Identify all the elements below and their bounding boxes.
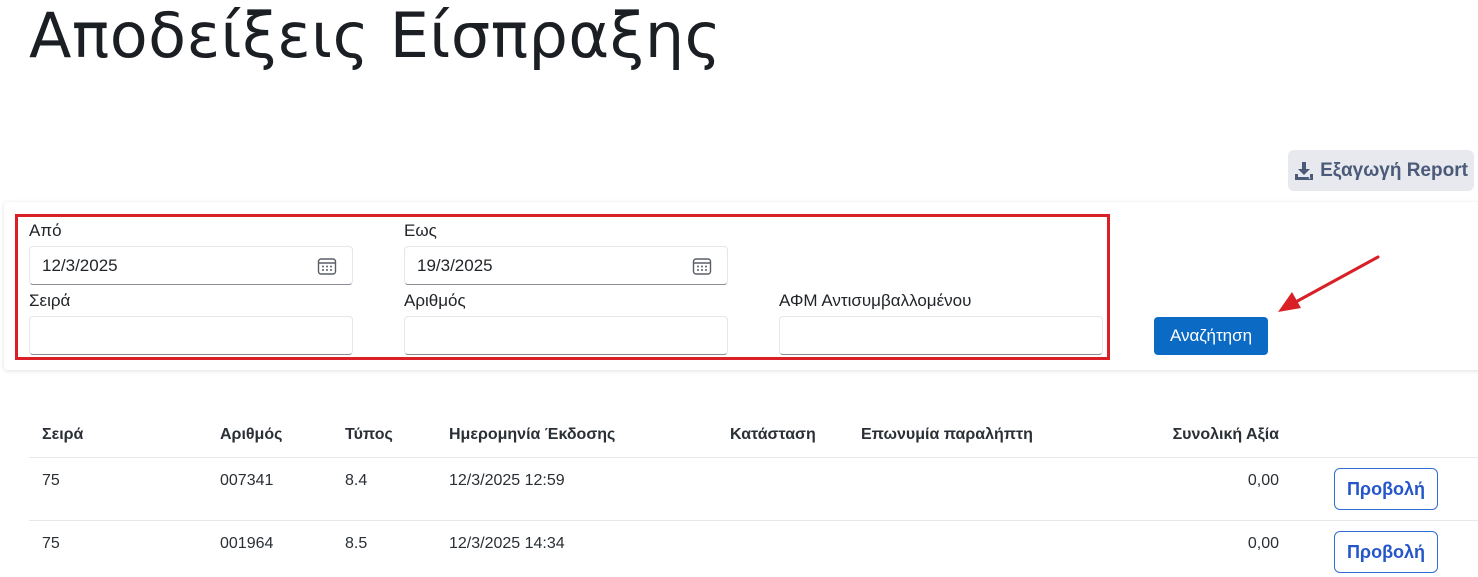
column-header-recipient: Επωνυμία παραλήπτη: [861, 426, 1033, 443]
export-report-button[interactable]: Εξαγωγή Report: [1288, 150, 1474, 191]
series-input[interactable]: [30, 317, 352, 354]
cell-type: 8.5: [345, 535, 368, 552]
red-arrow-icon: [1278, 255, 1380, 312]
column-header-total: Συνολική Αξία: [1172, 426, 1279, 443]
vat-input[interactable]: [780, 317, 1102, 354]
number-input[interactable]: [405, 317, 727, 354]
vat-label: ΑΦΜ Αντισυμβαλλομένου: [779, 291, 972, 310]
series-label: Σειρά: [29, 291, 71, 310]
export-report-label: Εξαγωγή Report: [1320, 159, 1468, 181]
cell-issue-date: 12/3/2025 14:34: [449, 535, 565, 552]
from-label: Από: [29, 221, 62, 240]
from-date-field: [29, 246, 353, 285]
from-date-input[interactable]: [30, 247, 352, 284]
number-field: [404, 316, 728, 355]
cell-total: 0,00: [1247, 472, 1279, 489]
vat-field: [779, 316, 1103, 355]
cell-number: 007341: [220, 472, 274, 489]
search-button[interactable]: Αναζήτηση: [1154, 317, 1268, 355]
column-header-status: Κατάσταση: [730, 426, 816, 443]
view-button[interactable]: Προβολή: [1334, 531, 1438, 573]
page-title: Αποδείξεις Είσπραξης: [29, 0, 722, 72]
column-header-issue-date: Ημερομηνία Έκδοσης: [449, 426, 616, 443]
cell-series: 75: [42, 535, 60, 552]
calendar-icon[interactable]: [692, 256, 712, 276]
series-field: [29, 316, 353, 355]
cell-total: 0,00: [1247, 535, 1279, 552]
column-header-series: Σειρά: [42, 426, 84, 443]
to-label: Εως: [404, 221, 437, 240]
number-label: Αριθμός: [404, 291, 466, 310]
to-date-input[interactable]: [405, 247, 727, 284]
cell-type: 8.4: [345, 472, 368, 489]
calendar-icon[interactable]: [317, 256, 337, 276]
row-divider: [29, 520, 1478, 521]
to-date-field: [404, 246, 728, 285]
download-icon: [1295, 161, 1314, 180]
column-header-type: Τύπος: [345, 426, 393, 443]
column-header-number: Αριθμός: [220, 426, 283, 443]
row-divider: [29, 457, 1478, 458]
view-button[interactable]: Προβολή: [1334, 468, 1438, 510]
receipts-page: Αποδείξεις Είσπραξης Εξαγωγή Report Από …: [0, 0, 1478, 577]
cell-series: 75: [42, 472, 60, 489]
cell-number: 001964: [220, 535, 274, 552]
cell-issue-date: 12/3/2025 12:59: [449, 472, 565, 489]
